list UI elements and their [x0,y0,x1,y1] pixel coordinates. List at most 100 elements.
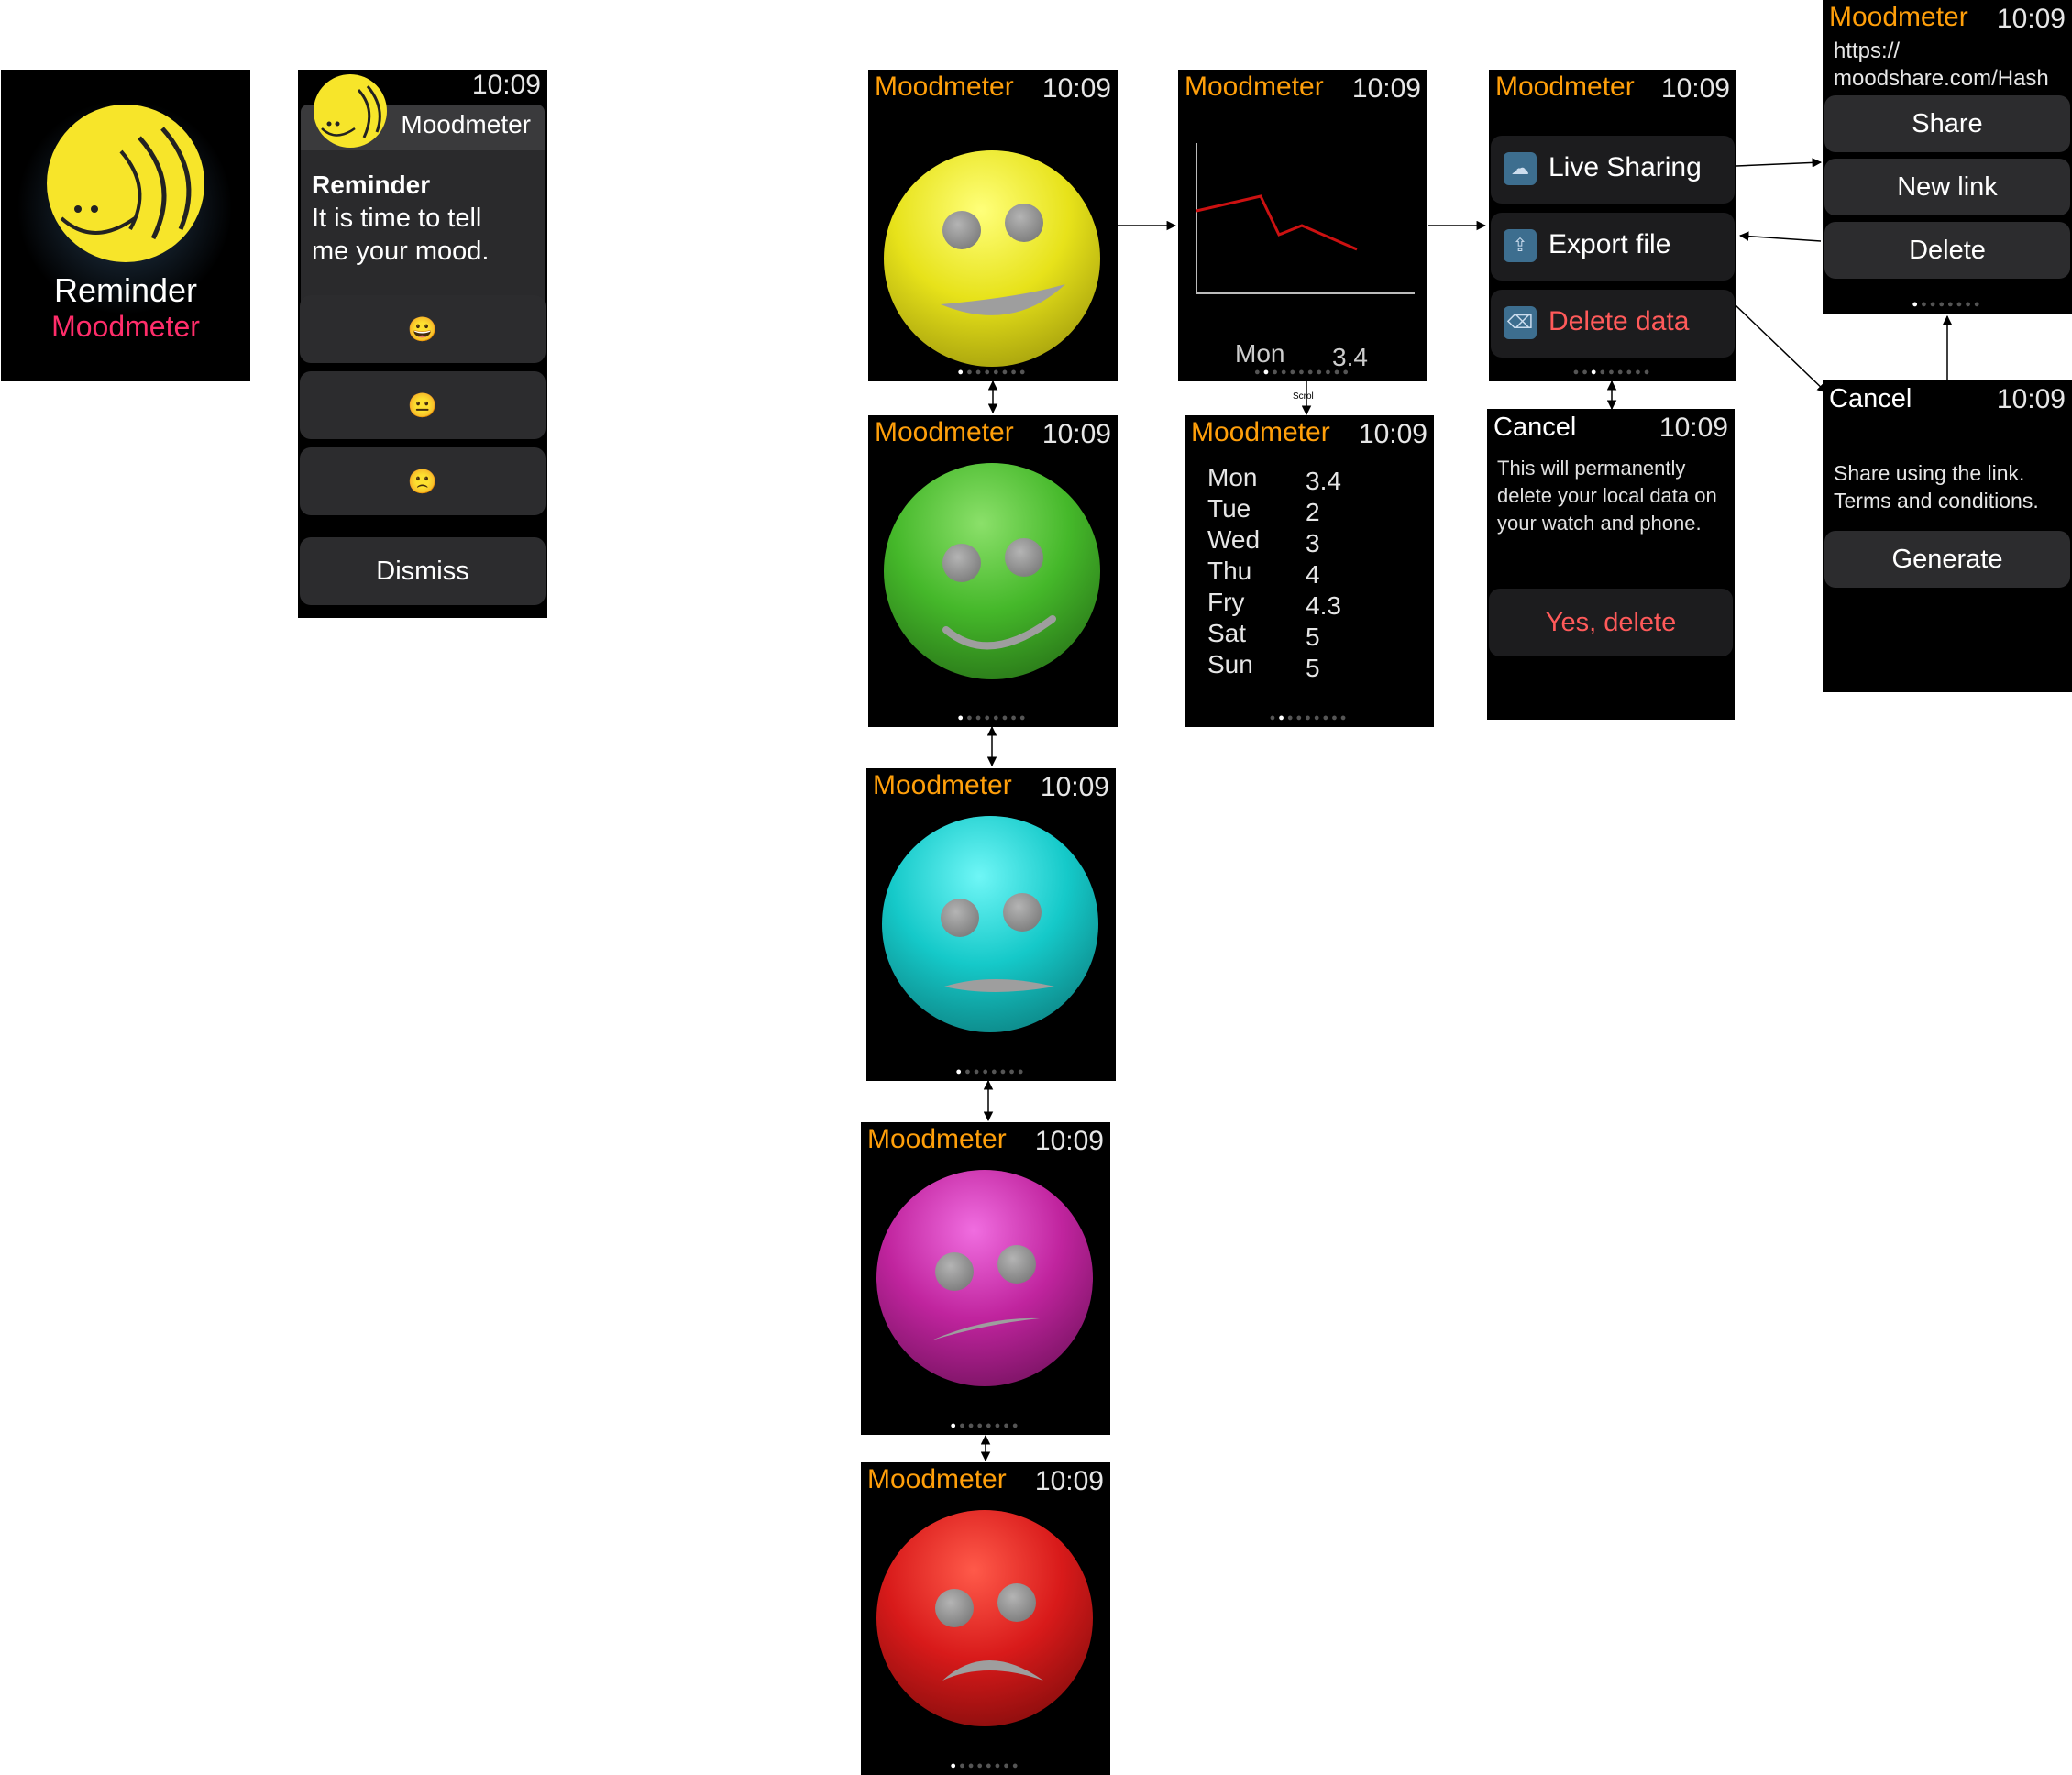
table-row: Wed 3 [1207,525,1409,557]
face-mouth [944,979,1054,992]
table-row: Mon 3.4 [1207,463,1409,495]
table-value: 4.3 [1306,591,1341,620]
cancel-button[interactable]: Cancel [1493,413,1576,443]
generate-text: Share using the link. Terms and conditio… [1834,461,2039,513]
app-icon [314,74,387,148]
app-title: Moodmeter [875,72,1014,102]
mood-face-screen-very-sad: Moodmeter 10:09 ●●●●●●●● [861,1462,1110,1775]
mood-face-screen-sad: Moodmeter 10:09 ●●●●●●●● [861,1122,1110,1435]
delete-message: This will permanently delete your local … [1497,457,1717,535]
notification-heading: Reminder [312,171,431,199]
new-link-button[interactable]: New link [1824,159,2070,215]
status-time: 10:09 [1042,73,1111,104]
table-row: Sat 5 [1207,619,1409,651]
table-day: Thu [1207,557,1252,585]
face-mouth [942,1660,1043,1681]
delete-confirm-screen: Cancel 10:09 This will permanently delet… [1487,409,1735,720]
dismiss-button[interactable]: Dismiss [300,537,546,605]
table-day: Mon [1207,463,1258,491]
page-indicator: ●●●●●●●● [950,1760,1021,1771]
reminder-title: Reminder [53,271,198,309]
mood-face-sad[interactable] [876,1170,1093,1386]
app-title: Moodmeter [873,770,1012,800]
status-time: 10:09 [471,70,541,100]
mood-face-screen-content: Moodmeter 10:09 ●●●●●●●● [868,415,1118,727]
delete-link-button[interactable]: Delete [1824,222,2070,279]
table-day: Sun [1207,650,1253,678]
status-time: 10:09 [1659,413,1728,443]
table-day: Fry [1207,588,1245,616]
share-button[interactable]: Share [1824,95,2070,152]
table-day: Sat [1207,619,1247,647]
sharing-screen: Moodmeter 10:09 https:// moodshare.com/H… [1823,0,2072,314]
table-value: 5 [1306,623,1320,651]
page-indicator: ●●●●●●●●● [1269,712,1350,723]
app-title: Moodmeter [867,1464,1007,1494]
cloud-icon: ☁ [1504,152,1537,185]
page-indicator: ●●●●●●●● [957,367,1029,378]
app-title: Moodmeter [1829,2,1968,32]
app-title: Moodmeter [1185,72,1324,102]
moodmeter-logo-icon [47,105,204,262]
reminder-subtitle: Moodmeter [51,310,200,343]
yes-delete-button[interactable]: Yes, delete [1489,589,1733,656]
table-value: 4 [1306,560,1320,589]
table-value: 3.4 [1306,467,1341,495]
reminder-glance-screen[interactable]: Reminder Moodmeter [1,70,250,381]
menu-screen: Moodmeter 10:09 ☁ Live Sharing ⇪ Export … [1489,70,1736,381]
mood-series-line [1196,194,1358,251]
table-day: Tue [1207,494,1251,523]
mood-face-very-sad[interactable] [876,1510,1093,1726]
generate-button[interactable]: Generate [1824,531,2070,588]
face-mouth [931,1317,1040,1340]
page-indicator: ●●●●●●●● [950,1420,1021,1431]
status-time: 10:09 [1996,4,2066,34]
status-time: 10:09 [1351,73,1421,104]
app-title: Moodmeter [875,417,1014,447]
page-indicator: ●●●●●●●●●●● [1253,367,1352,378]
delete-data-button[interactable]: ⌫ Delete data [1491,290,1735,358]
live-sharing-button[interactable]: ☁ Live Sharing [1491,136,1735,204]
share-icon: ⇪ [1504,229,1537,262]
mood-face-screen-happy: Moodmeter 10:09 ●●●●●●●● [868,70,1118,381]
page-indicator: ●●●●●●●● [957,712,1029,723]
share-link-line1: https:// [1834,39,1901,63]
mood-line-chart[interactable] [1178,134,1427,354]
table-day: Wed [1207,525,1261,554]
mood-face-happy[interactable] [884,150,1100,367]
face-mouth [941,284,1065,315]
status-time: 10:09 [1996,384,2066,414]
app-title: Moodmeter [1495,72,1635,102]
status-time: 10:09 [1034,1466,1104,1496]
table-value: 3 [1306,529,1320,557]
table-screen: Moodmeter 10:09 Mon 3.4 Tue 2 Wed 3 Thu 4 Fry 4.3… [1185,415,1434,727]
page-indicator: ●●●●●●●●● [1572,367,1653,378]
mood-happy-button[interactable]: 😀 [300,295,546,363]
scroll-annotation: Scrol [1293,391,1314,402]
table-row: Tue 2 [1207,494,1409,526]
app-title: Moodmeter [867,1124,1007,1154]
notification-app-name: Moodmeter [401,110,531,138]
app-title: Moodmeter [1191,417,1330,447]
table-value: 2 [1306,498,1320,526]
mood-neutral-button[interactable]: 😐 [300,371,546,439]
face-mouth [942,615,1056,650]
table-row: Thu 4 [1207,557,1409,589]
mood-face-neutral[interactable] [882,816,1098,1032]
table-row: Fry 4.3 [1207,588,1409,620]
page-indicator: ●●●●●●●● [1912,299,1983,310]
mood-face-screen-neutral: Moodmeter 10:09 ●●●●●●●● [866,768,1116,1081]
page-indicator: ●●●●●●●● [955,1066,1027,1077]
notification-screen: 10:09 Moodmeter Reminder It is time to t… [298,70,547,618]
chart-selected-day: Mon [1235,339,1285,368]
table-row: Sun 5 [1207,650,1409,682]
export-file-button[interactable]: ⇪ Export file [1491,213,1735,281]
generate-screen: Cancel 10:09 Share using the link. Terms… [1823,380,2072,692]
status-time: 10:09 [1034,1126,1104,1156]
notification-body: It is time to tell me your mood. [312,204,490,266]
delete-icon: ⌫ [1504,306,1537,339]
mood-sad-button[interactable]: 🙁 [300,447,546,515]
cancel-button[interactable]: Cancel [1829,384,1912,414]
status-time: 10:09 [1040,772,1109,802]
mood-face-content[interactable] [884,463,1100,679]
